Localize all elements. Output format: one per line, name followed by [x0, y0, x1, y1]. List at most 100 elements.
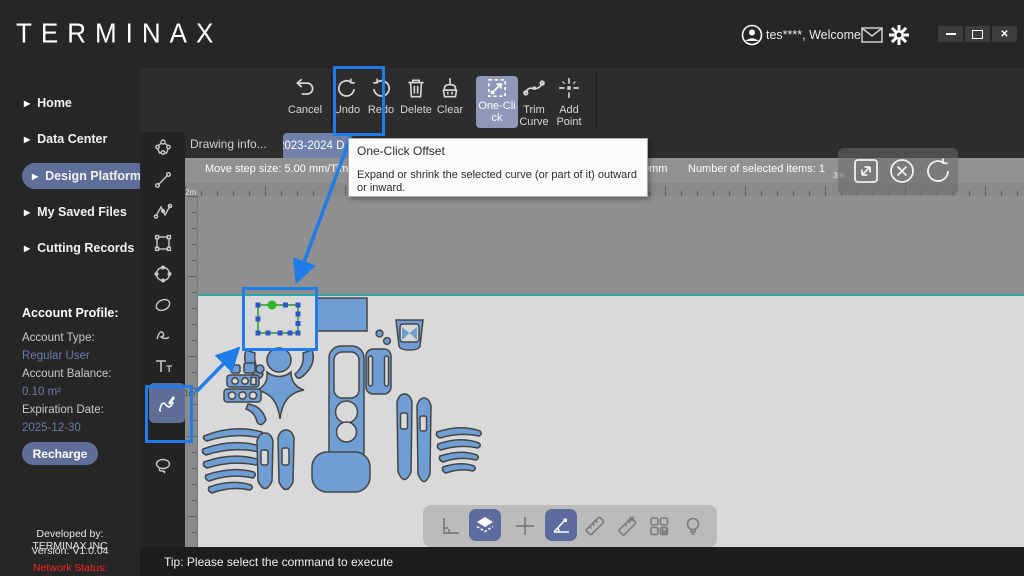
close-button[interactable]: ✕ — [992, 26, 1017, 42]
gear-icon[interactable] — [889, 25, 909, 45]
line-icon — [153, 170, 173, 190]
terminax-window: TERMINAX tes****, Welcome ✕ ▶ Home ▶ — [0, 0, 1024, 576]
node-edit-tool[interactable] — [151, 136, 175, 160]
network-status-text: Network Status: Disconnected — [0, 562, 140, 576]
text-icon — [153, 356, 173, 376]
recharge-button[interactable]: Recharge — [22, 442, 98, 465]
sidebar-item-my-saved-files[interactable]: ▶ My Saved Files — [24, 199, 140, 225]
toolbar: Cancel Undo Redo Delete — [140, 68, 1024, 132]
account-type-label: Account Type: — [22, 332, 95, 344]
broom-icon — [438, 76, 462, 100]
sidebar-item-home[interactable]: ▶ Home — [24, 90, 140, 116]
tooltip-title: One-Click Offset — [357, 144, 639, 158]
expiration-date-value: 2025-12-30 — [22, 422, 81, 434]
clear-button[interactable]: Clear — [428, 76, 472, 128]
ruler-delete-button[interactable] — [615, 514, 639, 538]
deselect-icon[interactable] — [888, 157, 916, 185]
sidebar-item-design-platform[interactable]: ▶ Design Platform — [22, 163, 150, 189]
polyline-icon — [153, 202, 173, 222]
sidebar-item-data-center[interactable]: ▶ Data Center — [24, 126, 140, 152]
angle-measure-button[interactable] — [545, 509, 577, 541]
group-lock-button[interactable] — [647, 514, 671, 538]
trim-curve-icon — [522, 76, 546, 100]
pattern-right-slats[interactable] — [436, 428, 481, 473]
triangle-bullet-icon: ▶ — [24, 244, 30, 253]
pattern-rounded-pad[interactable] — [312, 452, 370, 492]
pattern-door-blade[interactable] — [397, 394, 431, 482]
circle-icon — [153, 264, 173, 284]
group-lock-icon — [648, 515, 670, 537]
pattern-door-blade[interactable] — [257, 430, 294, 490]
ellipse-tool[interactable] — [151, 293, 175, 317]
pattern-left-slats[interactable] — [202, 429, 263, 493]
circle-tool[interactable] — [151, 262, 175, 286]
version-text: Version: V1.0.04 — [0, 545, 140, 557]
line-tool[interactable] — [151, 168, 175, 192]
angle-measure-icon — [550, 514, 572, 536]
status-tip-text: Tip: Please select the command to execut… — [164, 555, 393, 569]
annotation-box-active-tool — [145, 385, 193, 443]
welcome-text: tes****, Welcome — [766, 28, 861, 42]
pattern-console[interactable] — [329, 346, 364, 463]
hint-bulb-icon — [682, 515, 704, 537]
pattern-shapes-layer[interactable] — [185, 196, 1024, 547]
avatar-icon[interactable] — [741, 24, 763, 46]
lasso-icon — [153, 456, 173, 476]
add-point-icon — [557, 76, 581, 100]
pattern-panel[interactable] — [366, 349, 391, 394]
tool-palette — [140, 132, 185, 547]
account-balance-label: Account Balance: — [22, 368, 112, 380]
triangle-bullet-icon: ▶ — [24, 135, 30, 144]
toolbar-divider — [596, 74, 597, 126]
rectangle-icon — [153, 233, 173, 253]
ruler-delete-icon — [616, 515, 638, 537]
refresh-icon[interactable] — [924, 157, 952, 185]
minimize-button[interactable] — [938, 26, 963, 42]
annotation-box-one-click — [333, 66, 385, 136]
freehand-tool[interactable] — [151, 324, 175, 348]
freehand-icon — [153, 326, 173, 346]
ruler-button[interactable] — [583, 514, 607, 538]
ruler-icon — [584, 515, 606, 537]
maximize-icon — [972, 30, 983, 39]
polyline-tool[interactable] — [151, 200, 175, 224]
add-point-button[interactable]: Add Point — [547, 76, 591, 128]
rectangle-tool[interactable] — [151, 231, 175, 255]
pattern-cup[interactable] — [396, 320, 423, 350]
expiration-date-label: Expiration Date: — [22, 404, 104, 416]
cancel-button[interactable]: Cancel — [283, 76, 327, 128]
tooltip-body: Expand or shrink the selected curve (or … — [357, 169, 639, 195]
lasso-tool[interactable] — [151, 454, 175, 478]
cancel-return-icon — [293, 76, 317, 100]
axis-corner-button[interactable] — [438, 514, 462, 538]
pattern-dot[interactable] — [384, 338, 391, 345]
snap-point-button[interactable] — [513, 514, 537, 538]
tab-active-file[interactable]: 2023-2024 D... — [283, 133, 349, 158]
snap-toolbar — [423, 505, 717, 547]
account-balance-value: 0.10 m² — [22, 386, 61, 398]
sidebar: ▶ Home ▶ Data Center ▶ Design Platform ▶… — [0, 68, 141, 576]
triangle-bullet-icon: ▶ — [24, 99, 30, 108]
tab-drawing-info[interactable]: Drawing info... — [190, 137, 267, 151]
snap-point-icon — [514, 515, 536, 537]
pattern-dot[interactable] — [376, 330, 383, 337]
layers-button[interactable] — [469, 509, 501, 541]
view-toolbar — [838, 148, 958, 195]
pattern-crescent[interactable] — [246, 404, 266, 425]
offset-select-icon — [485, 76, 509, 100]
mail-icon[interactable] — [861, 27, 883, 43]
minimize-icon — [946, 33, 956, 35]
axis-corner-icon — [439, 515, 461, 537]
layers-icon — [474, 514, 496, 536]
text-tool[interactable] — [151, 354, 175, 378]
status-bar: Tip: Please select the command to execut… — [140, 547, 1024, 576]
sidebar-item-cutting-records[interactable]: ▶ Cutting Records — [24, 235, 140, 261]
hint-bulb-button[interactable] — [681, 514, 705, 538]
trash-icon — [404, 76, 428, 100]
app-logo: TERMINAX — [16, 17, 222, 50]
pattern-button-cluster[interactable] — [224, 363, 264, 402]
maximize-button[interactable] — [965, 26, 990, 42]
fit-view-icon[interactable] — [852, 157, 880, 185]
move-step-text: Move step size: 5.00 mm/Times — [205, 163, 360, 175]
pattern-rectangle[interactable] — [316, 298, 367, 331]
